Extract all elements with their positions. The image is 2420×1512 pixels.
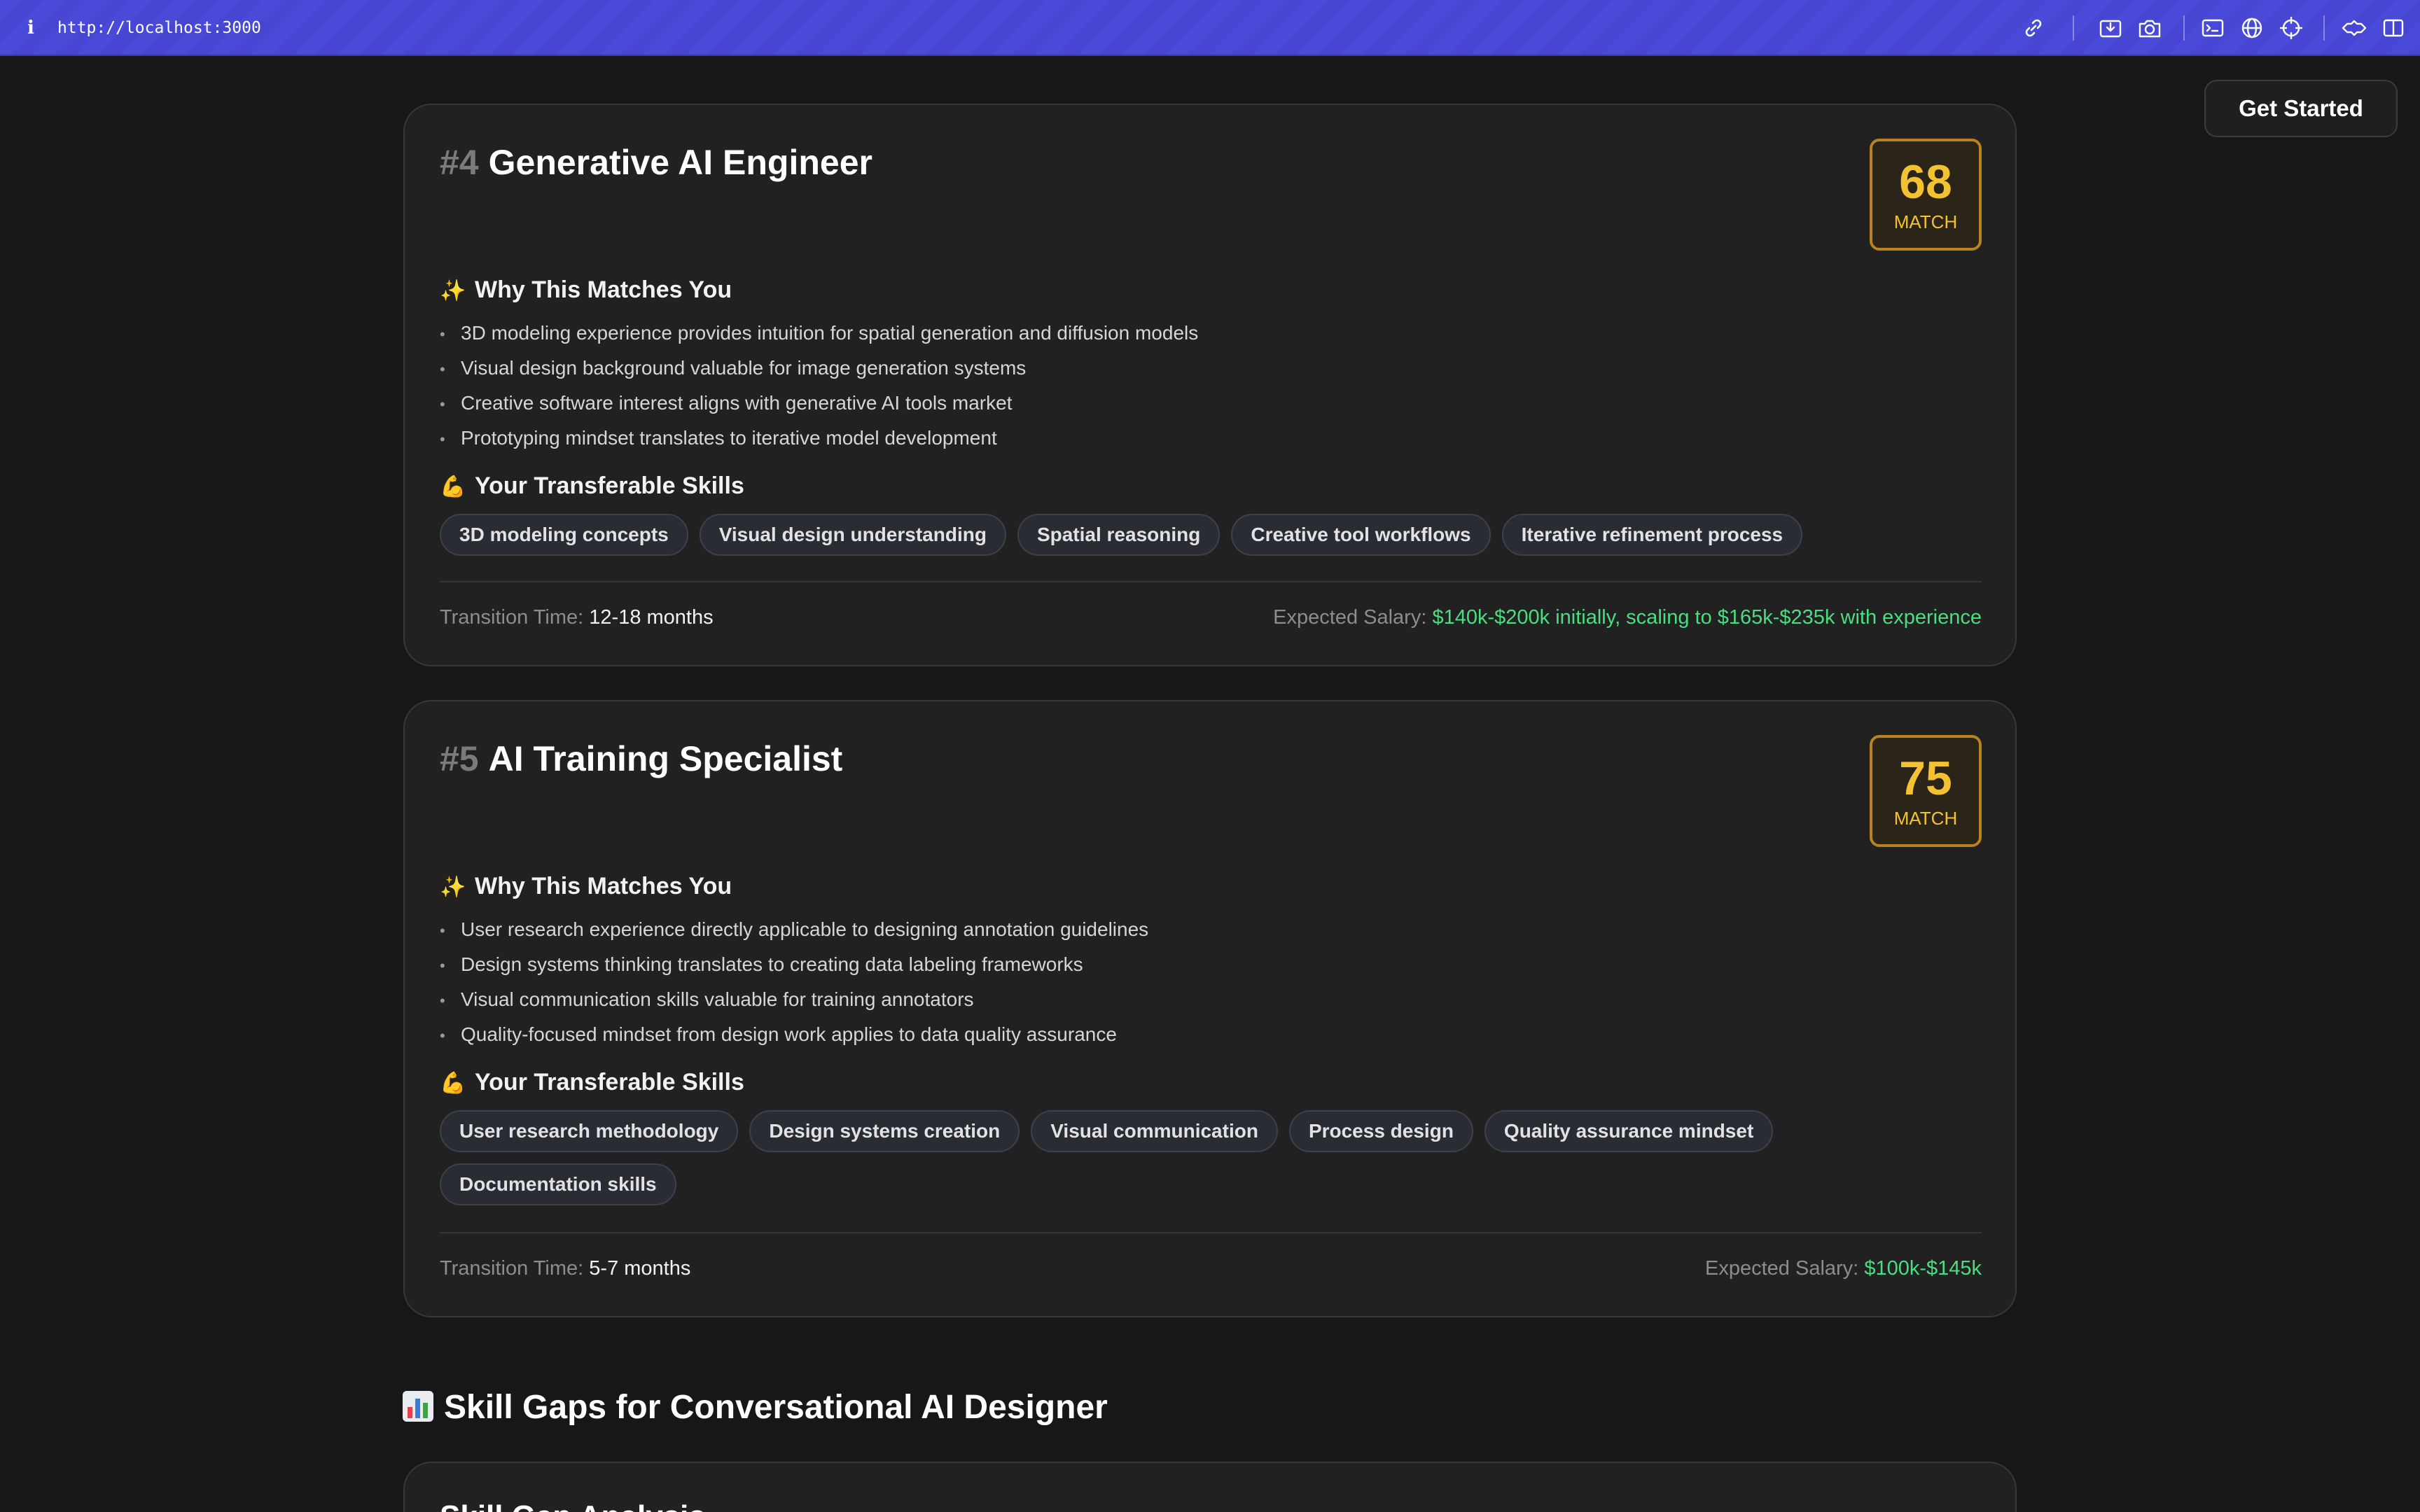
- globe-icon[interactable]: [2239, 15, 2265, 41]
- match-score-badge: 75 MATCH: [1870, 735, 1982, 847]
- career-rank: #4: [440, 143, 479, 182]
- skills-heading-text: Your Transferable Skills: [475, 472, 744, 499]
- skills-heading: 💪 Your Transferable Skills: [440, 1067, 744, 1099]
- skill-chip: Visual communication: [1031, 1110, 1278, 1152]
- skills-heading-text: Your Transferable Skills: [475, 1069, 744, 1096]
- bar-chart-icon: [402, 1387, 440, 1422]
- reason-item: Prototyping mindset translates to iterat…: [440, 421, 1198, 456]
- reasons-list: 3D modeling experience provides intuitio…: [440, 316, 1198, 456]
- transition-label: Transition Time:: [440, 1257, 584, 1280]
- flexed-biceps-icon: 💪: [440, 475, 466, 498]
- skill-chip: Documentation skills: [440, 1163, 676, 1205]
- skill-chip: User research methodology: [440, 1110, 739, 1152]
- career-title: #5 AI Training Specialist: [440, 736, 842, 781]
- sidebar-icon[interactable]: [2381, 15, 2406, 41]
- reason-item: 3D modeling experience provides intuitio…: [440, 316, 1198, 351]
- transition-time: Transition Time: 5-7 months: [440, 1254, 690, 1282]
- transition-value: 5-7 months: [589, 1257, 691, 1280]
- match-score-value: 68: [1899, 155, 1952, 209]
- why-heading-text: Why This Matches You: [475, 873, 732, 899]
- card-divider: [440, 1232, 1982, 1233]
- toolbar-separator: [2323, 15, 2325, 41]
- crosshair-icon[interactable]: [2279, 15, 2304, 41]
- career-title: #4 Generative AI Engineer: [440, 140, 872, 185]
- salary-value: $100k-$145k: [1864, 1257, 1982, 1280]
- reason-item: Quality-focused mindset from design work…: [440, 1018, 1148, 1053]
- why-heading: ✨ Why This Matches You: [440, 871, 732, 903]
- skills-heading: 💪 Your Transferable Skills: [440, 470, 744, 503]
- match-score-label: MATCH: [1893, 211, 1958, 232]
- reason-item: Visual design background valuable for im…: [440, 351, 1198, 386]
- reason-item: Creative software interest aligns with g…: [440, 386, 1198, 421]
- toolbar-separator: [2183, 15, 2185, 41]
- page: #4 Generative AI Engineer 68 MATCH ✨ Why T…: [0, 0, 2420, 1512]
- match-score-label: MATCH: [1893, 808, 1958, 829]
- expected-salary: Expected Salary: $140k-$200k initially, …: [1273, 603, 1982, 631]
- skill-gaps-heading: Skill Gaps for Conversational AI Designe…: [402, 1383, 1108, 1432]
- career-title-text: Generative AI Engineer: [488, 143, 872, 182]
- transition-value: 12-18 months: [589, 606, 714, 629]
- skill-chip: Creative tool workflows: [1231, 514, 1491, 556]
- toolbar-separator: [2073, 15, 2074, 41]
- sparkles-icon: ✨: [440, 279, 466, 302]
- expected-salary: Expected Salary: $100k-$145k: [1705, 1254, 1982, 1282]
- career-title-text: AI Training Specialist: [488, 739, 843, 778]
- info-icon[interactable]: i: [24, 17, 38, 39]
- salary-label: Expected Salary:: [1705, 1257, 1859, 1280]
- link-icon[interactable]: [2021, 15, 2046, 41]
- card-divider: [440, 581, 1982, 582]
- download-icon[interactable]: [2098, 15, 2123, 41]
- flexed-biceps-icon: 💪: [440, 1072, 466, 1095]
- reason-item: User research experience directly applic…: [440, 913, 1148, 948]
- reason-item: Design systems thinking translates to cr…: [440, 948, 1148, 983]
- browser-toolbar: i http://localhost:3000: [0, 0, 2420, 56]
- extensions-icon[interactable]: [2340, 15, 2367, 41]
- career-card: #5 AI Training Specialist 75 MATCH ✨ Why T…: [403, 700, 2017, 1317]
- skills-chip-list: 3D modeling concepts Visual design under…: [440, 514, 1966, 556]
- skill-chip: Iterative refinement process: [1501, 514, 1803, 556]
- terminal-icon[interactable]: [2200, 15, 2225, 41]
- url-display[interactable]: http://localhost:3000: [57, 15, 261, 41]
- reasons-list: User research experience directly applic…: [440, 913, 1148, 1053]
- skills-chip-list: User research methodology Design systems…: [440, 1110, 1966, 1205]
- reason-item: Visual communication skills valuable for…: [440, 983, 1148, 1018]
- skill-chip: Visual design understanding: [699, 514, 1006, 556]
- skill-chip: Quality assurance mindset: [1484, 1110, 1774, 1152]
- camera-icon[interactable]: [2137, 15, 2162, 41]
- skill-chip: Process design: [1288, 1110, 1473, 1152]
- skill-gap-card-title: Skill Gap Analysis: [440, 1499, 706, 1512]
- why-heading-text: Why This Matches You: [475, 276, 732, 303]
- transition-time: Transition Time: 12-18 months: [440, 603, 714, 631]
- salary-value: $140k-$200k initially, scaling to $165k-…: [1432, 606, 1982, 629]
- salary-label: Expected Salary:: [1273, 606, 1427, 629]
- get-started-button[interactable]: Get Started: [2204, 80, 2398, 137]
- why-heading: ✨ Why This Matches You: [440, 274, 732, 307]
- match-score-value: 75: [1899, 752, 1952, 805]
- skill-chip: Spatial reasoning: [1017, 514, 1221, 556]
- transition-label: Transition Time:: [440, 606, 584, 629]
- skill-gap-card: Skill Gap Analysis: [403, 1462, 2017, 1512]
- skill-gaps-heading-text: Skill Gaps for Conversational AI Designe…: [444, 1389, 1108, 1426]
- skill-chip: 3D modeling concepts: [440, 514, 688, 556]
- sparkles-icon: ✨: [440, 876, 466, 899]
- skill-chip: Design systems creation: [749, 1110, 1020, 1152]
- career-rank: #5: [440, 739, 479, 778]
- career-card: #4 Generative AI Engineer 68 MATCH ✨ Why T…: [403, 104, 2017, 666]
- match-score-badge: 68 MATCH: [1870, 139, 1982, 251]
